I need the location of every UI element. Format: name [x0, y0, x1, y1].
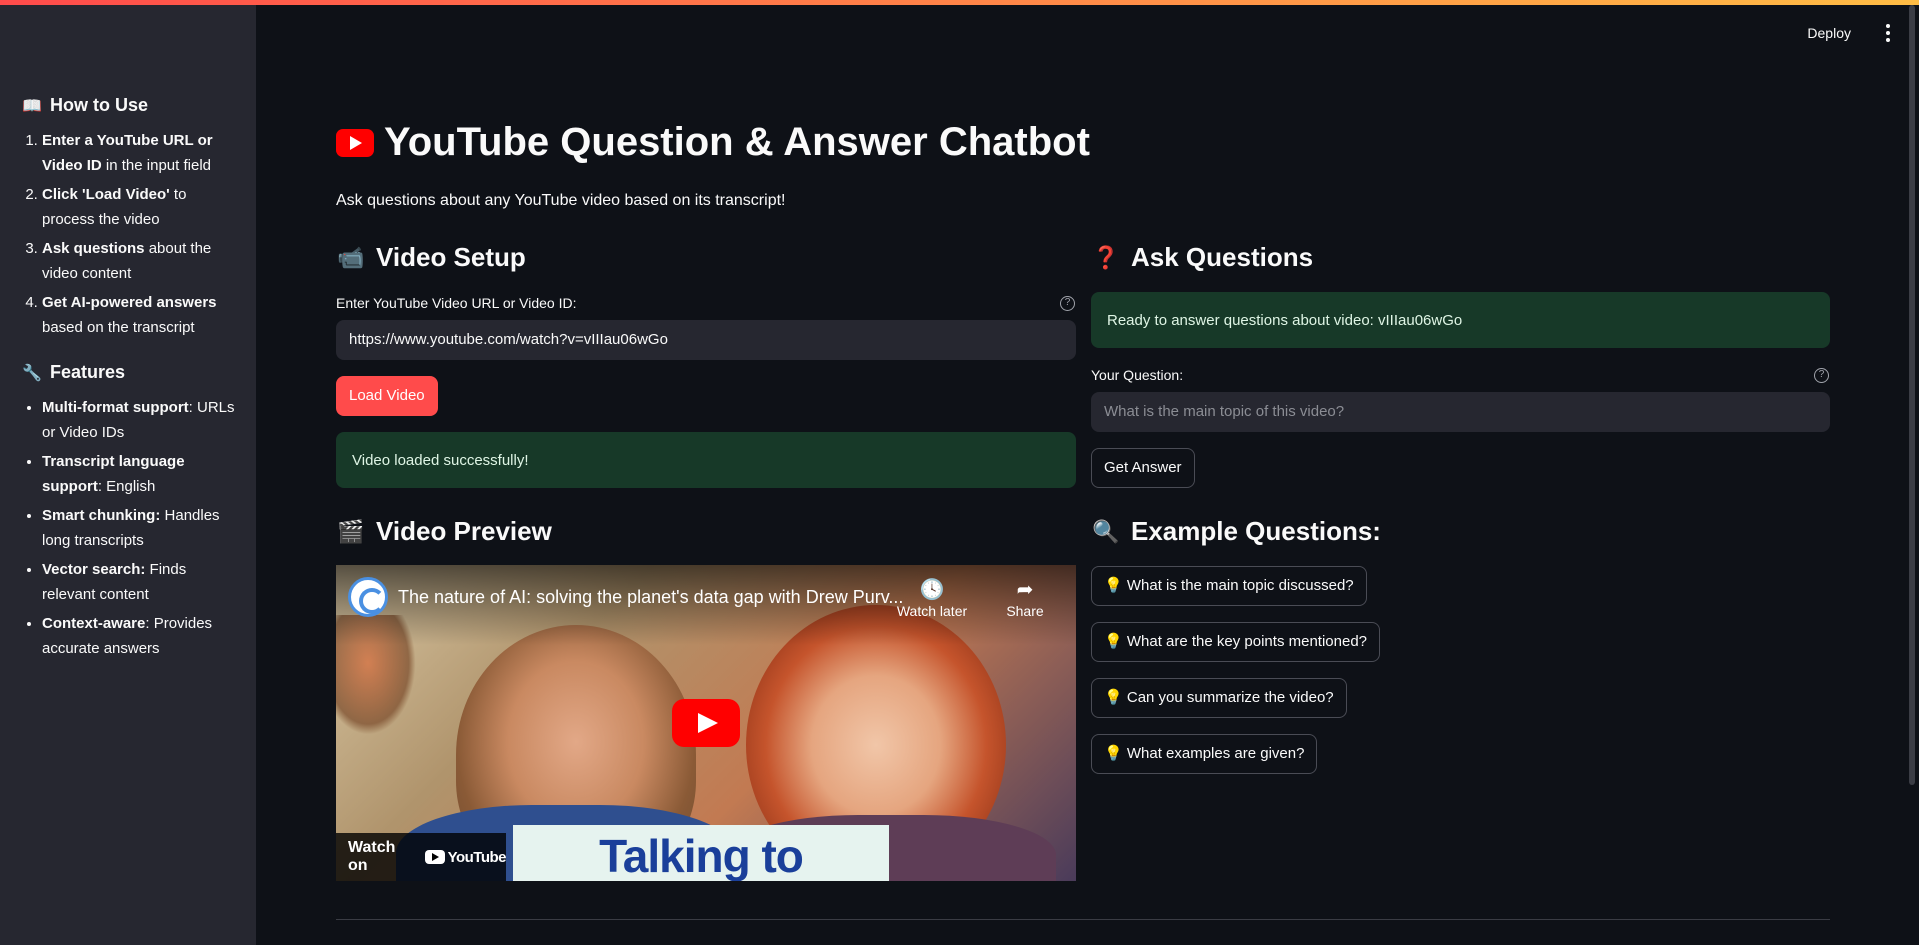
- watch-later-button[interactable]: 🕓 Watch later: [892, 577, 972, 619]
- question-mark-icon: ❓: [1092, 244, 1120, 270]
- example-question-button[interactable]: 💡 What examples are given?: [1091, 734, 1318, 774]
- example-questions-title: Example Questions:: [1131, 516, 1381, 546]
- ask-questions-title: Ask Questions: [1131, 242, 1314, 272]
- get-answer-button[interactable]: Get Answer: [1091, 448, 1195, 488]
- list-item: Enter a YouTube URL or Video ID in the i…: [42, 128, 236, 178]
- ready-alert: Ready to answer questions about video: v…: [1091, 292, 1830, 348]
- list-item-bold: Get AI-powered answers: [42, 294, 217, 311]
- lightbulb-icon: 💡: [1104, 689, 1123, 706]
- list-item-bold: Click 'Load Video': [42, 186, 170, 203]
- list-item: Click 'Load Video' to process the video: [42, 182, 236, 232]
- example-question-label: Can you summarize the video?: [1126, 689, 1334, 706]
- example-question-button[interactable]: 💡 What is the main topic discussed?: [1091, 566, 1367, 606]
- thumbnail-card: Talking to animals?: [513, 825, 889, 881]
- features-list: Multi-format support: URLs or Video IDs …: [22, 395, 236, 661]
- list-item: Smart chunking: Handles long transcripts: [42, 503, 236, 553]
- video-url-input[interactable]: https://www.youtube.com/watch?v=vIIIau06…: [336, 320, 1076, 360]
- how-to-use-heading: 📖 How to Use: [22, 95, 236, 116]
- play-button-icon[interactable]: [672, 699, 740, 747]
- share-icon: ➦: [1016, 579, 1034, 601]
- list-item-bold: Context-aware: [42, 615, 146, 632]
- video-preview-title: Video Preview: [376, 516, 552, 546]
- watch-later-label: Watch later: [896, 603, 968, 619]
- lightbulb-icon: 💡: [1104, 577, 1123, 594]
- example-question-label: What is the main topic discussed?: [1126, 577, 1354, 594]
- video-player[interactable]: The nature of AI: solving the planet's d…: [336, 565, 1076, 881]
- list-item: Context-aware: Provides accurate answers: [42, 611, 236, 661]
- load-video-button[interactable]: Load Video: [336, 376, 438, 416]
- video-setup-title: Video Setup: [376, 242, 526, 272]
- list-item-bold: Ask questions: [42, 240, 145, 257]
- page-title-text: YouTube Question & Answer Chatbot: [384, 120, 1090, 164]
- page-title: YouTube Question & Answer Chatbot: [336, 120, 1090, 165]
- example-questions-heading: 🔍 Example Questions:: [1091, 516, 1381, 547]
- list-item-text: in the input field: [101, 157, 211, 174]
- page-subtitle: Ask questions about any YouTube video ba…: [336, 192, 786, 209]
- lightbulb-icon: 💡: [1104, 745, 1123, 762]
- wrench-icon: 🔧: [22, 364, 42, 382]
- magnifier-icon: 🔍: [1092, 518, 1120, 544]
- sidebar: 📖 How to Use Enter a YouTube URL or Vide…: [0, 5, 256, 945]
- watch-on-youtube-button[interactable]: Watch on YouTube: [336, 833, 507, 881]
- video-setup-heading: 📹 Video Setup: [336, 242, 526, 273]
- how-to-use-list: Enter a YouTube URL or Video ID in the i…: [22, 128, 236, 340]
- example-question-button[interactable]: 💡 Can you summarize the video?: [1091, 678, 1347, 718]
- list-item-bold: Multi-format support: [42, 399, 189, 416]
- book-icon: 📖: [22, 97, 42, 115]
- question-input[interactable]: What is the main topic of this video?: [1091, 392, 1830, 432]
- list-item-text: based on the transcript: [42, 319, 195, 336]
- clock-icon: 🕓: [919, 579, 945, 601]
- list-item-text: : English: [97, 478, 156, 495]
- lightbulb-icon: 💡: [1104, 633, 1123, 650]
- channel-avatar-icon[interactable]: [348, 577, 388, 617]
- watch-on-label: Watch on: [348, 839, 396, 874]
- list-item-bold: Vector search:: [42, 561, 146, 578]
- features-title: Features: [50, 362, 126, 382]
- divider: [336, 919, 1830, 920]
- ask-questions-heading: ❓ Ask Questions: [1091, 242, 1313, 273]
- question-label: Your Question:: [1091, 367, 1184, 383]
- list-item: Ask questions about the video content: [42, 236, 236, 286]
- video-url-label: Enter YouTube Video URL or Video ID:: [336, 295, 577, 311]
- how-to-use-title: How to Use: [50, 95, 149, 115]
- help-icon[interactable]: ?: [1814, 368, 1829, 383]
- example-question-label: What are the key points mentioned?: [1126, 633, 1367, 650]
- example-question-button[interactable]: 💡 What are the key points mentioned?: [1091, 622, 1380, 662]
- list-item: Get AI-powered answers based on the tran…: [42, 290, 236, 340]
- share-label: Share: [1006, 603, 1044, 619]
- features-heading: 🔧 Features: [22, 362, 236, 383]
- success-alert: Video loaded successfully!: [336, 432, 1076, 488]
- help-icon[interactable]: ?: [1060, 296, 1075, 311]
- share-button[interactable]: ➦ Share: [985, 577, 1065, 619]
- video-camera-icon: 📹: [337, 244, 365, 270]
- list-item: Transcript language support: English: [42, 449, 236, 499]
- main-menu-icon[interactable]: [1885, 24, 1891, 42]
- top-decoration-bar: [0, 0, 1919, 5]
- example-question-label: What examples are given?: [1126, 745, 1305, 762]
- deploy-button[interactable]: Deploy: [1807, 25, 1851, 41]
- youtube-wordmark-text: YouTube: [447, 848, 507, 866]
- list-item: Vector search: Finds relevant content: [42, 557, 236, 607]
- youtube-wordmark-icon: YouTube: [424, 848, 507, 866]
- video-title[interactable]: The nature of AI: solving the planet's d…: [398, 587, 903, 608]
- scrollbar[interactable]: [1909, 5, 1915, 785]
- list-item: Multi-format support: URLs or Video IDs: [42, 395, 236, 445]
- youtube-logo-icon: [336, 128, 374, 157]
- video-preview-heading: 🎬 Video Preview: [336, 516, 552, 547]
- clapperboard-icon: 🎬: [337, 518, 365, 544]
- list-item-bold: Smart chunking:: [42, 507, 161, 524]
